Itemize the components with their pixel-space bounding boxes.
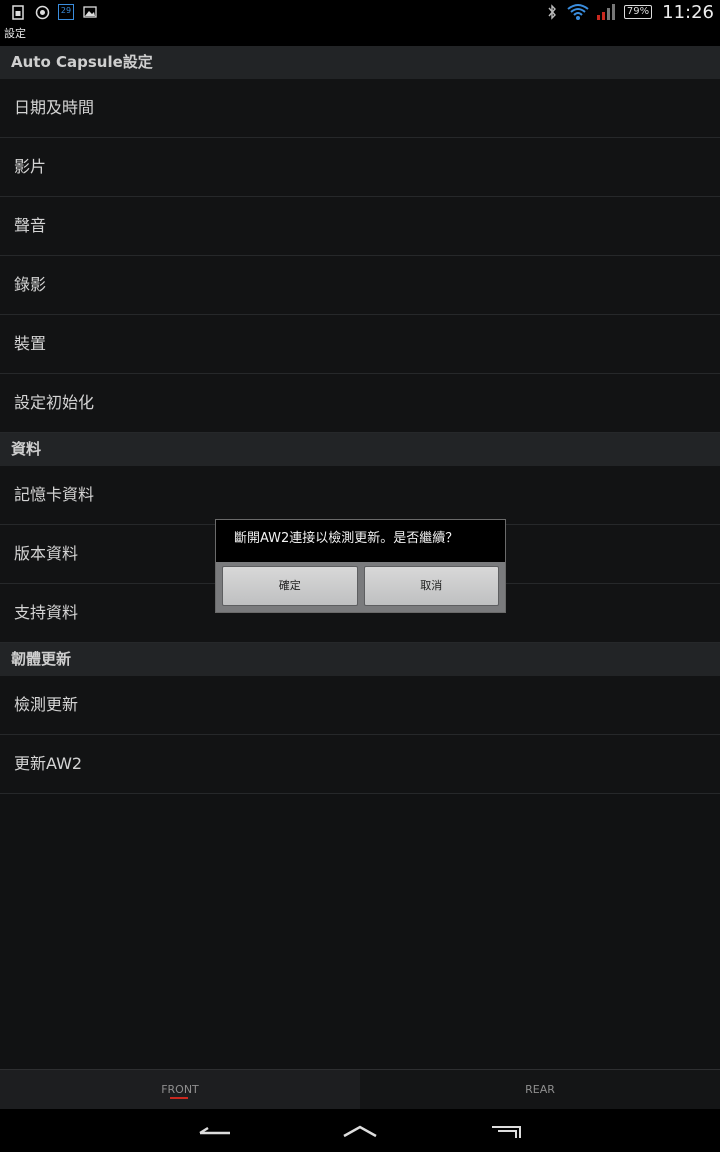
calendar-day: 29 [58,4,74,20]
tab-rear-label: REAR [525,1083,555,1096]
tab-front-label: FRONT [161,1083,199,1096]
recent-apps-button[interactable] [486,1119,526,1143]
status-right-icons: 79% 11:26 [544,2,720,23]
sim-icon [10,4,26,20]
home-icon [343,1125,377,1138]
settings-item-sdcard-info[interactable]: 記憶卡資料 [0,466,720,525]
settings-item-video[interactable]: 影片 [0,138,720,197]
back-button[interactable] [195,1119,235,1143]
settings-item-reset[interactable]: 設定初始化 [0,374,720,433]
settings-item-recording[interactable]: 錄影 [0,256,720,315]
settings-item-update-aw2[interactable]: 更新AW2 [0,735,720,794]
bluetooth-icon [544,4,560,20]
wifi-icon [566,4,590,20]
back-icon [199,1126,230,1135]
recent-apps-icon [492,1126,521,1138]
ok-button[interactable]: 確定 [222,566,358,606]
section-header-auto-capsule: Auto Capsule設定 [0,46,720,79]
settings-list: Auto Capsule設定 日期及時間 影片 聲音 錄影 裝置 設定初始化 資… [0,46,720,794]
status-bar: 29 79% 11:26 [0,0,720,24]
confirm-dialog: 斷開AW2連接以檢測更新。是否繼續？ 確定 取消 [215,519,506,613]
settings-item-datetime[interactable]: 日期及時間 [0,79,720,138]
cancel-button[interactable]: 取消 [363,566,499,606]
home-button[interactable] [340,1119,380,1143]
status-left-icons: 29 [0,4,98,20]
signal-icon [596,4,618,20]
camera-tabs: FRONT REAR [0,1069,720,1109]
settings-item-check-update[interactable]: 檢測更新 [0,676,720,735]
section-header-info: 資料 [0,433,720,466]
image-icon [82,4,98,20]
dialog-message: 斷開AW2連接以檢測更新。是否繼續？ [234,531,459,546]
settings-item-sound[interactable]: 聲音 [0,197,720,256]
tab-rear[interactable]: REAR [360,1069,720,1109]
navigation-bar [0,1109,720,1152]
calendar-icon: 29 [58,4,74,20]
settings-item-device[interactable]: 裝置 [0,315,720,374]
clock: 11:26 [662,1,714,23]
tab-front-indicator [170,1097,188,1099]
section-header-firmware: 韌體更新 [0,643,720,676]
vpn-icon [34,4,50,20]
dialog-button-bar: 確定 取消 [216,562,505,612]
battery-indicator: 79% [623,5,653,19]
tab-front[interactable]: FRONT [0,1069,360,1109]
app-title: 設定 [0,24,720,46]
